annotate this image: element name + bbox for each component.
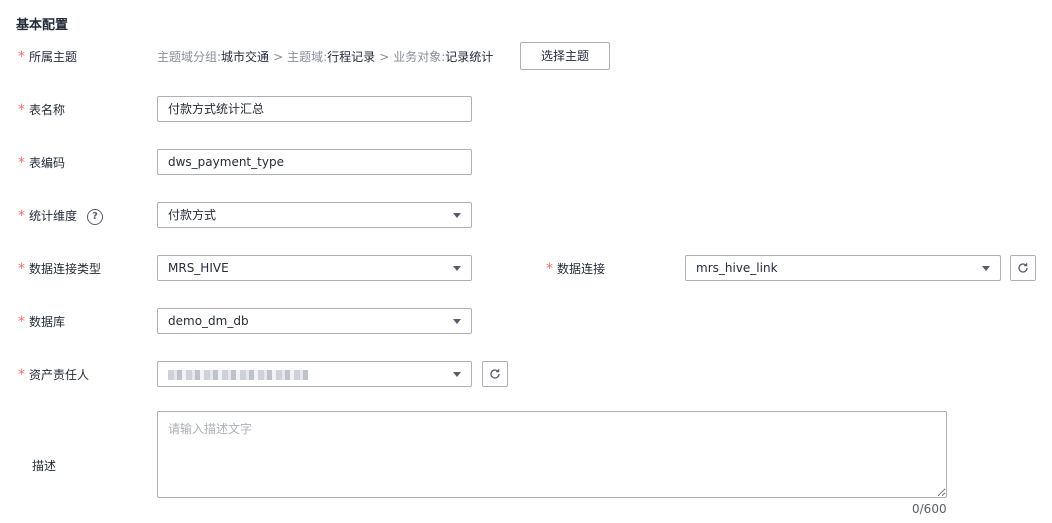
owner-label-text: 资产责任人 xyxy=(29,368,90,382)
dimension-label: * 统计维度? xyxy=(18,207,104,225)
required-mark: * xyxy=(18,208,25,224)
database-value: demo_dm_db xyxy=(168,314,249,328)
group-value: 城市交通 xyxy=(221,50,270,64)
owner-select[interactable] xyxy=(157,361,472,387)
redacted-owner-value xyxy=(168,370,308,380)
breadcrumb-separator: > xyxy=(379,50,390,64)
section-title: 基本配置 xyxy=(16,18,69,33)
database-label: * 数据库 xyxy=(18,313,65,330)
connection-label-text: 数据连接 xyxy=(557,262,606,276)
group-key: 主题域分组: xyxy=(157,50,222,64)
required-mark: * xyxy=(546,261,553,277)
connection-value: mrs_hive_link xyxy=(696,261,778,275)
refresh-owner-button[interactable] xyxy=(482,361,508,387)
conn-type-label: * 数据连接类型 xyxy=(18,260,101,277)
domain-key: 主题域: xyxy=(287,50,328,64)
required-mark: * xyxy=(18,367,25,383)
dimension-label-text: 统计维度 xyxy=(29,209,78,223)
required-mark: * xyxy=(18,261,25,277)
required-mark: * xyxy=(18,102,25,118)
caret-down-icon xyxy=(453,266,461,271)
dimension-value: 付款方式 xyxy=(168,208,217,222)
breadcrumb-separator: > xyxy=(273,50,284,64)
table-code-input[interactable]: dws_payment_type xyxy=(157,149,472,175)
theme-label-text: 所属主题 xyxy=(29,50,78,64)
connection-label: * 数据连接 xyxy=(546,260,605,277)
theme-breadcrumb: 主题域分组:城市交通 > 主题域:行程记录 > 业务对象:记录统计 xyxy=(157,48,493,65)
select-theme-button[interactable]: 选择主题 xyxy=(520,42,610,70)
table-name-input[interactable]: 付款方式统计汇总 xyxy=(157,96,472,122)
required-mark: * xyxy=(18,155,25,171)
database-label-text: 数据库 xyxy=(29,315,66,329)
object-value: 记录统计 xyxy=(445,50,494,64)
database-select[interactable]: demo_dm_db xyxy=(157,308,472,334)
owner-label: * 资产责任人 xyxy=(18,366,89,383)
description-label: 描述 xyxy=(32,459,57,473)
caret-down-icon xyxy=(982,266,990,271)
caret-down-icon xyxy=(453,372,461,377)
conn-type-select[interactable]: MRS_HIVE xyxy=(157,255,472,281)
table-code-label-text: 表编码 xyxy=(29,156,66,170)
refresh-icon xyxy=(1018,263,1028,273)
description-textarea[interactable] xyxy=(157,411,947,498)
required-mark: * xyxy=(18,49,25,65)
object-key: 业务对象: xyxy=(393,50,446,64)
domain-value: 行程记录 xyxy=(327,50,376,64)
table-name-label: * 表名称 xyxy=(18,101,65,118)
required-mark: * xyxy=(18,314,25,330)
table-code-label: * 表编码 xyxy=(18,154,65,171)
table-name-label-text: 表名称 xyxy=(29,103,66,117)
conn-type-value: MRS_HIVE xyxy=(168,261,229,275)
char-counter: 0/600 xyxy=(912,502,947,516)
theme-label: * 所属主题 xyxy=(18,48,77,65)
refresh-connection-button[interactable] xyxy=(1010,255,1036,281)
caret-down-icon xyxy=(453,319,461,324)
help-icon[interactable]: ? xyxy=(87,208,104,225)
connection-select[interactable]: mrs_hive_link xyxy=(685,255,1001,281)
caret-down-icon xyxy=(453,213,461,218)
conn-type-label-text: 数据连接类型 xyxy=(29,262,102,276)
refresh-icon xyxy=(490,369,500,379)
dimension-select[interactable]: 付款方式 xyxy=(157,202,472,228)
